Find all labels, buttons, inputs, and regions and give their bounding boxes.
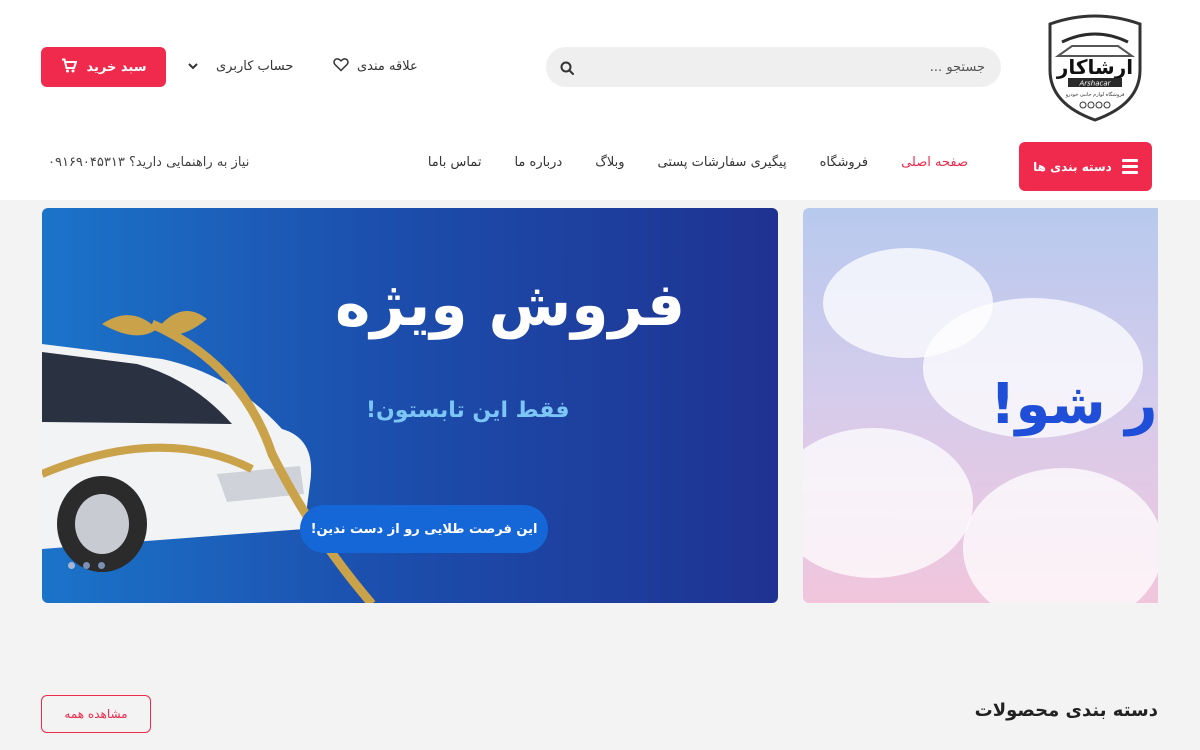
search-input[interactable] bbox=[605, 47, 985, 87]
hero-subtitle: فقط این تابستون! bbox=[366, 398, 570, 423]
hero-title: فروش ویژه bbox=[335, 270, 686, 340]
categories-label: دسته بندی ها bbox=[1033, 159, 1112, 174]
cart-label: سبد خرید bbox=[86, 59, 147, 75]
chevron-down-icon bbox=[188, 59, 198, 74]
car-illustration bbox=[42, 311, 376, 603]
categories-button[interactable]: دسته بندی ها bbox=[1019, 142, 1152, 191]
account-menu[interactable]: حساب کاربری bbox=[188, 56, 293, 76]
wishlist-link[interactable]: علاقه مندی bbox=[333, 56, 418, 76]
see-all-button[interactable]: مشاهده همه bbox=[41, 695, 151, 733]
main-nav: صفحه اصلی فروشگاه پیگیری سفارشات پستی وب… bbox=[428, 155, 968, 177]
logo-text-en: Arshacar bbox=[1078, 80, 1111, 88]
cart-button[interactable]: سبد خرید bbox=[41, 47, 166, 87]
logo-text-fa: ارشاکار bbox=[1056, 55, 1133, 79]
wishlist-label: علاقه مندی bbox=[357, 58, 418, 74]
nav-item-about[interactable]: درباره ما bbox=[514, 155, 562, 177]
cloud-shape bbox=[963, 468, 1158, 603]
heart-icon bbox=[333, 57, 349, 76]
next-slide-title: وار شو! bbox=[990, 372, 1158, 437]
logo-emblem: ارشاکار Arshacar فروشگاه لوازم جانبی خود… bbox=[1048, 14, 1142, 122]
menu-icon bbox=[1121, 159, 1138, 174]
nav-item-home[interactable]: صفحه اصلی bbox=[901, 155, 968, 177]
help-phone-text: نیاز به راهنمایی دارید؟ ۰۹۱۶۹۰۴۵۳۱۳ bbox=[48, 155, 250, 170]
logo-tagline: فروشگاه لوازم جانبی خودرو bbox=[1065, 91, 1125, 98]
nav-item-order-tracking[interactable]: پیگیری سفارشات پستی bbox=[658, 155, 787, 177]
cart-icon bbox=[61, 58, 77, 77]
hero-slide-active[interactable]: فروش ویژه فقط این تابستون! این فرصت طلای… bbox=[42, 208, 778, 603]
site-logo[interactable]: ارشاکار Arshacar فروشگاه لوازم جانبی خود… bbox=[1040, 12, 1150, 122]
slider-dot[interactable] bbox=[83, 562, 90, 569]
account-label: حساب کاربری bbox=[216, 58, 294, 74]
slider-dot[interactable] bbox=[98, 562, 105, 569]
hero-slide-next[interactable]: وار شو! bbox=[803, 208, 1158, 603]
search-icon[interactable] bbox=[560, 60, 574, 75]
site-header: ارشاکار Arshacar فروشگاه لوازم جانبی خود… bbox=[0, 0, 1200, 200]
cloud-shape bbox=[803, 428, 973, 578]
hero-cta-button[interactable]: این فرصت طلایی رو از دست ندین! bbox=[300, 505, 548, 553]
section-title-categories: دسته بندی محصولات bbox=[974, 700, 1158, 721]
slider-dots bbox=[68, 562, 105, 569]
slider-dot-active[interactable] bbox=[68, 562, 75, 569]
nav-item-contact[interactable]: تماس باما bbox=[428, 155, 482, 177]
nav-item-shop[interactable]: فروشگاه bbox=[820, 155, 869, 177]
nav-item-blog[interactable]: وبلاگ bbox=[595, 155, 624, 177]
search-bar bbox=[546, 47, 1001, 87]
